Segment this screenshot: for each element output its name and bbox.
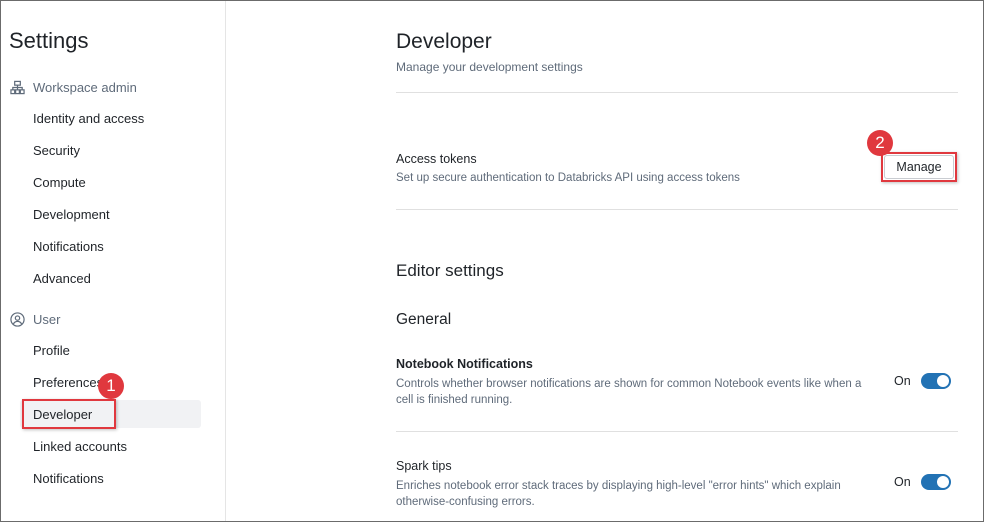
- notebook-notifications-toggle-group: On: [894, 373, 951, 389]
- sidebar-item-identity-and-access[interactable]: Identity and access: [33, 111, 144, 126]
- sidebar-item-development[interactable]: Development: [33, 207, 110, 222]
- notebook-notifications-title: Notebook Notifications: [396, 357, 533, 371]
- sidebar-item-compute[interactable]: Compute: [33, 175, 86, 190]
- access-tokens-title: Access tokens: [396, 152, 477, 166]
- spark-tips-toggle-group: On: [894, 474, 951, 490]
- page-subtitle: Manage your development settings: [396, 60, 583, 74]
- main-content: Developer Manage your development settin…: [396, 0, 958, 522]
- sidebar-title: Settings: [9, 28, 89, 53]
- sidebar-section-workspace-admin: Workspace admin: [9, 79, 137, 95]
- editor-settings-heading: Editor settings: [396, 261, 504, 280]
- divider: [396, 431, 958, 432]
- sidebar-item-profile[interactable]: Profile: [33, 343, 70, 358]
- sidebar-item-preferences[interactable]: Preferences: [33, 375, 103, 390]
- sidebar-item-advanced[interactable]: Advanced: [33, 271, 91, 286]
- user-circle-icon: [9, 311, 25, 327]
- spark-tips-description: Enriches notebook error stack traces by …: [396, 480, 841, 508]
- toggle-knob: [936, 476, 949, 488]
- divider: [396, 92, 958, 93]
- sidebar-section-label: User: [33, 311, 61, 327]
- notebook-notifications-description: Controls whether browser notifications a…: [396, 378, 862, 406]
- sidebar-item-linked-accounts[interactable]: Linked accounts: [33, 439, 127, 454]
- page-title: Developer: [396, 30, 492, 53]
- sidebar-item-notifications-user[interactable]: Notifications: [33, 471, 104, 486]
- annotation-badge-2: 2: [867, 130, 893, 156]
- toggle-knob: [936, 375, 949, 387]
- annotation-badge-1: 1: [98, 373, 124, 399]
- settings-sidebar: Settings Workspace admin Identity and ac…: [1, 1, 226, 521]
- org-chart-icon: [9, 79, 25, 95]
- annotation-highlight-developer: [22, 399, 116, 429]
- sidebar-section-label: Workspace admin: [33, 79, 137, 95]
- spark-tips-toggle[interactable]: [920, 474, 951, 490]
- toggle-state-label: On: [894, 374, 911, 388]
- annotation-highlight-manage: [881, 152, 957, 182]
- sidebar-item-notifications-admin[interactable]: Notifications: [33, 239, 104, 254]
- sidebar-item-security[interactable]: Security: [33, 143, 80, 158]
- divider: [396, 209, 958, 210]
- toggle-state-label: On: [894, 475, 911, 489]
- sidebar-section-user: User: [9, 311, 60, 327]
- notebook-notifications-toggle[interactable]: [920, 373, 951, 389]
- access-tokens-description: Set up secure authentication to Databric…: [396, 172, 740, 184]
- spark-tips-title: Spark tips: [396, 459, 452, 473]
- general-heading: General: [396, 311, 452, 328]
